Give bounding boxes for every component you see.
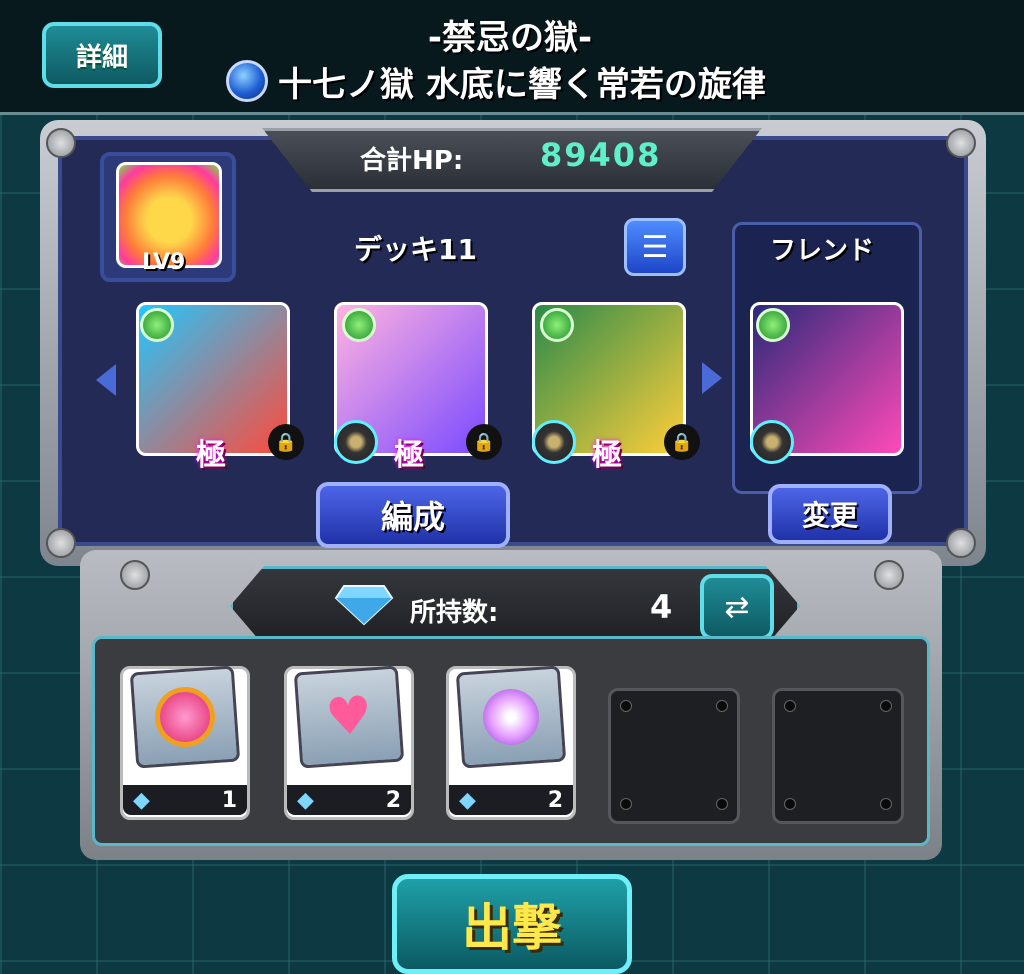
bolt-icon <box>784 798 796 810</box>
heart-plus-icon: ♥ <box>323 685 375 749</box>
bolt-icon <box>880 700 892 712</box>
screw-icon <box>874 560 904 590</box>
swap-button[interactable]: ⇄ <box>700 574 774 640</box>
item-card-1[interactable]: ◆ 1 <box>120 665 250 820</box>
wood-element-icon <box>140 308 174 342</box>
lock-icon: 🔒 <box>268 424 304 460</box>
small-diamond-icon: ◆ <box>133 787 150 813</box>
small-diamond-icon: ◆ <box>459 787 476 813</box>
small-diamond-icon: ◆ <box>297 787 314 813</box>
edit-deck-button[interactable]: 編成 <box>316 482 510 548</box>
light-orb-icon <box>481 687 541 747</box>
bolt-icon <box>620 798 632 810</box>
item-thumbnail: ♥ <box>293 665 405 769</box>
list-icon: ☰ <box>641 229 669 265</box>
sortie-button[interactable]: 出撃 <box>392 874 632 974</box>
quest-name: 十七ノ獄 水底に響く常若の旋律 <box>278 64 766 105</box>
item-cost: 1 <box>221 787 237 813</box>
screw-icon <box>120 560 150 590</box>
item-card-3[interactable]: ◆ 2 <box>446 665 576 820</box>
bolt-icon <box>620 700 632 712</box>
leader-level: LV9 <box>142 250 186 275</box>
bolt-icon <box>716 798 728 810</box>
next-deck-arrow-icon[interactable] <box>702 362 722 394</box>
bolt-icon <box>784 700 796 712</box>
swap-arrows-icon: ⇄ <box>724 589 750 625</box>
screw-icon <box>46 128 76 158</box>
lock-icon: 🔒 <box>664 424 700 460</box>
prev-deck-arrow-icon[interactable] <box>96 364 116 396</box>
screw-icon <box>946 128 976 158</box>
deck-list-button[interactable]: ☰ <box>624 218 686 276</box>
gear-icon <box>334 420 378 464</box>
item-card-2[interactable]: ♥ ◆ 2 <box>284 665 414 820</box>
quest-subtitle: 十七ノ獄 水底に響く常若の旋律 <box>226 56 806 106</box>
gauge-badge: 極 <box>592 438 622 473</box>
gear-icon <box>532 420 576 464</box>
speed-item-icon <box>152 684 218 750</box>
item-cost: 2 <box>547 787 563 813</box>
gauge-badge: 極 <box>196 438 226 473</box>
lock-icon: 🔒 <box>466 424 502 460</box>
item-footer: ◆ 2 <box>287 785 411 815</box>
screw-icon <box>946 528 976 558</box>
item-thumbnail <box>129 665 241 769</box>
screw-icon <box>46 528 76 558</box>
total-hp-value: 89408 <box>540 136 662 174</box>
item-footer: ◆ 2 <box>449 785 573 815</box>
total-hp-label: 合計HP: <box>360 146 464 176</box>
wood-element-icon <box>540 308 574 342</box>
gear-icon <box>750 420 794 464</box>
item-footer: ◆ 1 <box>123 785 247 815</box>
page-title: -禁忌の獄- <box>427 18 593 58</box>
deck-name: デッキ11 <box>354 233 477 266</box>
bolt-icon <box>880 798 892 810</box>
total-hp-bar <box>262 128 762 192</box>
change-friend-button[interactable]: 変更 <box>768 484 892 544</box>
wood-element-icon <box>342 308 376 342</box>
gem-count-value: 4 <box>650 588 673 626</box>
wood-element-icon <box>756 308 790 342</box>
item-thumbnail <box>455 665 567 769</box>
bolt-icon <box>716 700 728 712</box>
gem-count-label: 所持数: <box>410 598 499 628</box>
water-element-icon <box>226 60 268 102</box>
gauge-badge: 極 <box>394 438 424 473</box>
detail-button[interactable]: 詳細 <box>42 22 162 88</box>
friend-label: フレンド <box>770 236 875 266</box>
item-cost: 2 <box>385 787 401 813</box>
diamond-icon <box>334 585 394 626</box>
